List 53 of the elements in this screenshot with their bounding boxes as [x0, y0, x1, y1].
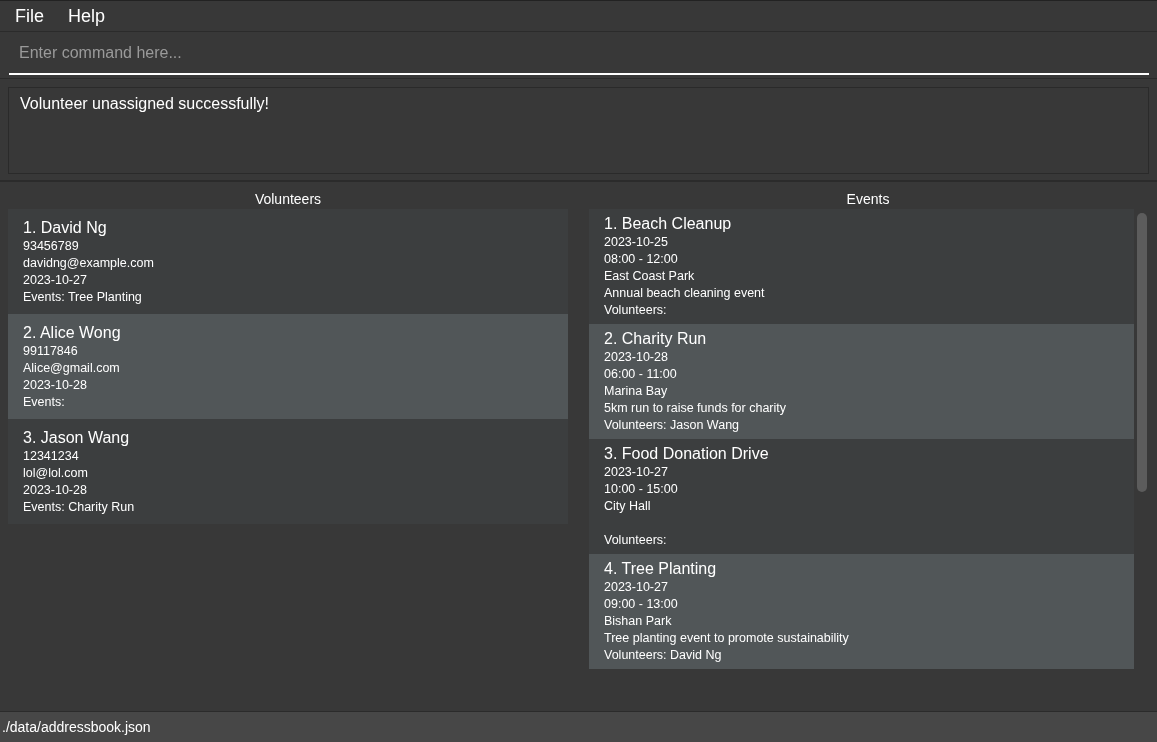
- phone-number: 12341234: [23, 448, 79, 465]
- email-address: lol@lol.com: [23, 465, 88, 482]
- command-input[interactable]: Enter command here...: [9, 37, 1149, 75]
- volunteer-name: 3. Jason Wang: [23, 428, 130, 448]
- phone-number: 99117846: [23, 343, 78, 360]
- menu-item[interactable]: Help: [60, 3, 114, 29]
- event-location: East Coast Park: [604, 268, 695, 285]
- volunteer-name: 1. David Ng: [23, 218, 107, 238]
- volunteer-card[interactable]: 3. Jason Wang 12341234 lol@lol.com 2023-10-28 Events: Charity Run: [8, 419, 568, 524]
- event-card[interactable]: 3. Food Donation Drive 2023-10-27 10:00 - 15:00 City Hall Volunteers:: [589, 439, 1134, 554]
- event-time: 10:00 - 15:00: [604, 481, 678, 498]
- event-location: Marina Bay: [604, 383, 668, 400]
- event-card[interactable]: 4. Tree Planting 2023-10-27 09:00 - 13:00 Bishan Park Tree planting event to promote sustainability Volunteers: David Ng: [589, 554, 1134, 669]
- event-location: City Hall: [604, 498, 651, 515]
- events-text: Events: Tree Planting: [23, 289, 142, 306]
- event-description: Tree planting event to promote sustainability: [604, 630, 849, 647]
- event-date: 2023-10-27: [604, 579, 668, 596]
- event-title: 2. Charity Run: [604, 329, 707, 349]
- event-description: 5km run to raise funds for charity: [604, 400, 787, 417]
- volunteers-text: Volunteers:: [604, 532, 667, 549]
- date-text: 2023-10-27: [23, 272, 87, 289]
- email-address: Alice@gmail.com: [23, 360, 120, 377]
- panel-heading: Events: [846, 190, 890, 209]
- event-time: 06:00 - 11:00: [604, 366, 677, 383]
- email-address: davidng@example.com: [23, 255, 154, 272]
- phone-number: 93456789: [23, 238, 79, 255]
- events-text: Events: Charity Run: [23, 499, 135, 516]
- event-description: Annual beach cleaning event: [604, 285, 765, 302]
- event-card[interactable]: 2. Charity Run 2023-10-28 06:00 - 11:00 Marina Bay 5km run to raise funds for charity Volunteers: Jason Wang: [589, 324, 1134, 439]
- event-date: 2023-10-28: [604, 349, 668, 366]
- event-date: 2023-10-27: [604, 464, 668, 481]
- volunteer-card[interactable]: 2. Alice Wong 99117846 Alice@gmail.com 2023-10-28 Events:: [8, 314, 568, 419]
- event-date: 2023-10-25: [604, 234, 668, 251]
- event-title: 4. Tree Planting: [604, 559, 717, 579]
- events-text: Events:: [23, 394, 65, 411]
- volunteers-text: Volunteers: Jason Wang: [604, 417, 740, 434]
- event-time: 08:00 - 12:00: [604, 251, 678, 268]
- result-message: Volunteer unassigned successfully!: [20, 95, 270, 113]
- scrollbar-thumb[interactable]: [1137, 213, 1147, 492]
- panel-heading: Volunteers: [254, 190, 322, 209]
- event-title: 1. Beach Cleanup: [604, 214, 732, 234]
- event-title: 3. Food Donation Drive: [604, 444, 769, 464]
- volunteer-name: 2. Alice Wong: [23, 323, 121, 343]
- volunteer-card[interactable]: 1. David Ng 93456789 davidng@example.com 2023-10-27 Events: Tree Planting: [8, 209, 568, 314]
- event-time: 09:00 - 13:00: [604, 596, 678, 613]
- volunteers-text: Volunteers:: [604, 302, 667, 319]
- event-card[interactable]: 1. Beach Cleanup 2023-10-25 08:00 - 12:00 East Coast Park Annual beach cleaning event Volunteers:: [589, 209, 1134, 324]
- event-location: Bishan Park: [604, 613, 672, 630]
- date-text: 2023-10-28: [23, 377, 87, 394]
- volunteers-text: Volunteers: David Ng: [604, 647, 722, 664]
- menu-item[interactable]: File: [7, 3, 52, 29]
- file-path: ./data/addressbook.json: [2, 719, 151, 735]
- date-text: 2023-10-28: [23, 482, 87, 499]
